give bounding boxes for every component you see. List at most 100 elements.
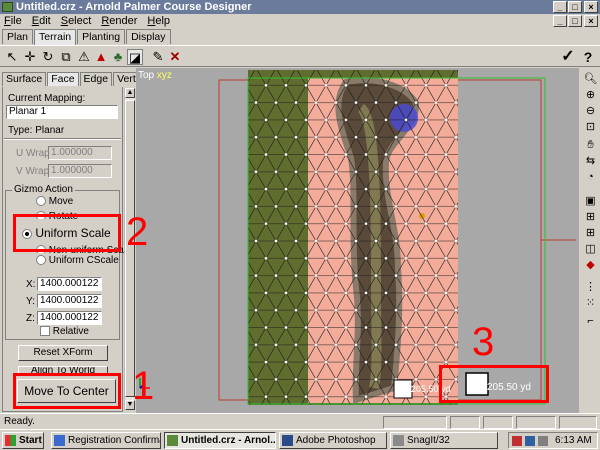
menu-file[interactable]: File <box>4 14 22 28</box>
window-title: Untitled.crz - Arnold Palmer Course Desi… <box>16 1 252 13</box>
menu-edit[interactable]: Edit <box>32 14 51 28</box>
zoom-region-icon[interactable]: ⊕ <box>583 88 598 102</box>
status-pane-1 <box>383 416 447 429</box>
terrain-viewport[interactable] <box>136 68 579 413</box>
warning-triangle-icon[interactable]: ⚠ <box>76 49 92 65</box>
grid-icon[interactable]: ⋮ <box>583 280 598 294</box>
task-photoshop[interactable]: Adobe Photoshop <box>279 432 387 449</box>
task-label: Adobe Photoshop <box>296 435 376 446</box>
mdi-minimize-button[interactable]: _ <box>553 15 567 27</box>
relative-checkbox[interactable]: Relative <box>40 326 89 337</box>
course-designer-icon <box>167 435 178 446</box>
title-bar: Untitled.crz - Arnold Palmer Course Desi… <box>0 0 600 14</box>
annotation-box-3 <box>439 365 549 403</box>
brush-icon[interactable]: ✎ <box>150 49 166 65</box>
minimize-button[interactable]: _ <box>553 1 567 13</box>
view-single-icon[interactable]: ◫ <box>583 242 598 256</box>
toolbar: ↖ ✛ ↻ ⧉ ⚠ ▲ ♣ ◪ ✎ ✕ ✓ ? <box>0 45 600 67</box>
terrain-tool-icon[interactable]: ◪ <box>127 49 143 65</box>
clock[interactable]: 6:13 AM <box>555 433 592 448</box>
help-icon[interactable]: ? <box>580 49 596 65</box>
render-icon[interactable]: ◆ <box>583 258 598 272</box>
view-quad-red-icon[interactable]: ⊞ <box>583 226 598 240</box>
scroll-up-icon[interactable]: ▲ <box>125 88 135 98</box>
tab-face[interactable]: Face <box>47 72 79 86</box>
tree-icon[interactable]: ♣ <box>110 49 126 65</box>
current-mapping-label: Current Mapping: <box>8 93 86 104</box>
mdi-close-button[interactable]: × <box>584 15 598 27</box>
photoshop-icon <box>282 435 293 446</box>
view-top-icon[interactable]: ▣ <box>583 194 598 208</box>
tray-app-icon[interactable] <box>512 436 522 446</box>
snap-icon[interactable]: ⁙ <box>583 296 598 310</box>
radio-button[interactable] <box>36 196 46 207</box>
select-icon[interactable]: ⌐ <box>583 314 598 328</box>
confirm-check-icon[interactable]: ✓ <box>560 49 576 65</box>
start-button[interactable]: Start <box>2 432 44 449</box>
tab-planting[interactable]: Planting <box>77 29 126 44</box>
task-course-designer[interactable]: Untitled.crz - Arnol... <box>164 432 276 449</box>
y-field[interactable]: 1400.000122 <box>37 294 102 308</box>
menu-render[interactable]: Render <box>101 14 137 28</box>
tray-volume-icon[interactable] <box>538 436 548 446</box>
zoom-extents-icon[interactable]: ⊡ <box>583 120 598 134</box>
maximize-button[interactable]: □ <box>568 1 582 13</box>
camera-icon[interactable]: ◔ <box>583 170 598 184</box>
view-top-label: Top <box>138 70 155 81</box>
status-pane-2 <box>450 416 480 429</box>
mesh-grid <box>248 70 458 405</box>
pan-icon[interactable]: ✋︎ <box>583 138 598 152</box>
select-arrow-icon[interactable]: ↖ <box>4 49 20 65</box>
gizmo-cube <box>393 379 413 399</box>
tab-terrain[interactable]: Terrain <box>34 29 77 45</box>
relative-label: Relative <box>52 326 89 337</box>
right-toolbar: 🔍︎ ⊕ ⊖ ⊡ ✋︎ ⇆ ◔ ▣ ⊞ ⊞ ◫ ◆ ⋮ ⁙ ⌐ <box>581 68 600 413</box>
red-triangle-icon[interactable]: ▲ <box>93 49 109 65</box>
radio-button[interactable] <box>36 255 46 266</box>
tray-network-icon[interactable] <box>525 436 535 446</box>
zoom-icon[interactable]: 🔍︎ <box>583 72 598 86</box>
task-registration[interactable]: Registration Confirmatio... <box>51 432 161 449</box>
divider <box>4 138 121 140</box>
tab-edge[interactable]: Edge <box>79 72 113 86</box>
z-label: Z: <box>26 313 35 324</box>
delete-x-icon[interactable]: ✕ <box>167 49 183 65</box>
tab-plan[interactable]: Plan <box>2 29 34 44</box>
move-cross-icon[interactable]: ✛ <box>22 49 38 65</box>
view-quad-icon[interactable]: ⊞ <box>583 210 598 224</box>
annotation-number-2: 2 <box>126 210 149 254</box>
zoom-out-icon[interactable]: ⊖ <box>583 104 598 118</box>
windows-logo-icon <box>5 435 16 446</box>
system-tray: 6:13 AM <box>508 432 598 449</box>
mode-tabs: Plan Terrain Planting Display <box>2 29 172 45</box>
radio-label: Move <box>48 196 74 207</box>
scale-icon[interactable]: ⧉ <box>58 49 74 65</box>
status-pane-4 <box>516 416 556 429</box>
flip-icon[interactable]: ⇆ <box>583 154 598 168</box>
reset-xform-button[interactable]: Reset XForm <box>18 345 108 361</box>
tab-surface[interactable]: Surface <box>2 72 47 86</box>
menu-select[interactable]: Select <box>61 14 92 28</box>
annotation-number-1: 1 <box>132 364 155 408</box>
radio-uniform-cscale[interactable]: Uniform CScale <box>36 255 119 266</box>
x-field[interactable]: 1400.000122 <box>37 277 102 291</box>
close-button[interactable]: × <box>584 1 598 13</box>
radio-move[interactable]: Move <box>36 196 73 207</box>
menu-help[interactable]: Help <box>147 14 170 28</box>
status-text: Ready. <box>4 416 35 427</box>
task-snagit[interactable]: SnagIt/32 <box>390 432 498 449</box>
z-field[interactable]: 1400.000122 <box>37 311 102 325</box>
radio-label: Uniform CScale <box>48 255 119 266</box>
current-mapping-field[interactable]: Planar 1 <box>6 105 118 119</box>
u-wrap-field[interactable]: 1.000000 <box>48 146 112 160</box>
mdi-maximize-button[interactable]: □ <box>568 15 582 27</box>
terrain-render[interactable] <box>136 68 579 413</box>
annotation-box-1 <box>13 373 121 409</box>
annotation-box-2 <box>13 214 121 252</box>
v-wrap-field[interactable]: 1.000000 <box>48 164 112 178</box>
tab-display[interactable]: Display <box>126 29 171 44</box>
annotation-number-3: 3 <box>472 320 495 364</box>
rotate-icon[interactable]: ↻ <box>40 49 56 65</box>
checkbox[interactable] <box>40 326 50 337</box>
start-label: Start <box>19 435 42 446</box>
